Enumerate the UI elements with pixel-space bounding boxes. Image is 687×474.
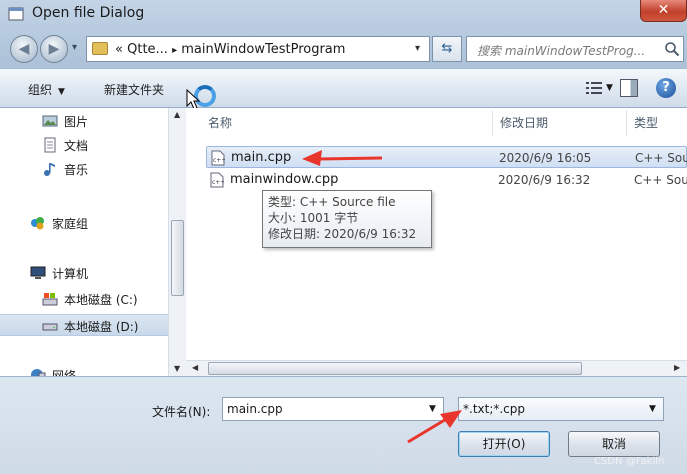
close-button[interactable]: ✕	[640, 0, 687, 22]
scroll-down-icon[interactable]: ▼	[174, 364, 180, 373]
nav-label: 本地磁盘 (C:)	[64, 293, 138, 307]
navigation-pane: 图片 文档 音乐 家庭组 计算机 本地磁盘 (C:) 本地磁盘 (D:) 网络	[0, 108, 186, 383]
address-bar[interactable]: « Qtte... ▸ mainWindowTestProgram ▾	[86, 36, 430, 62]
scroll-left-icon[interactable]: ◀	[192, 363, 198, 372]
file-type-filter[interactable]: *.txt;*.cpp ▼	[458, 397, 664, 421]
close-icon: ✕	[657, 2, 670, 18]
dialog-footer: 文件名(N): main.cpp ▼ *.txt;*.cpp ▼ 打开(O) 取…	[0, 376, 687, 474]
file-type: C++ Sou	[635, 151, 687, 165]
cancel-button[interactable]: 取消	[568, 431, 660, 457]
file-date: 2020/6/9 16:32	[498, 173, 591, 187]
command-bar: 组织 ▼ 新建文件夹 ▼ ?	[0, 68, 687, 110]
breadcrumb-separator-icon[interactable]: ▸	[172, 45, 177, 56]
drive-c-icon	[42, 293, 58, 306]
back-button[interactable]: ◀	[10, 35, 38, 63]
forward-arrow-icon: ▶	[48, 41, 60, 57]
title-bar: Open file Dialog ✕	[0, 0, 687, 30]
nav-scrollbar-thumb[interactable]	[171, 220, 184, 296]
refresh-button[interactable]: ⇆	[432, 36, 462, 62]
nav-item-computer[interactable]: 计算机	[0, 262, 168, 284]
view-options-icon[interactable]	[586, 81, 602, 95]
nav-label: 计算机	[52, 267, 89, 281]
cpp-file-icon: c++	[210, 172, 224, 188]
file-type: C++ Sou	[634, 173, 687, 187]
nav-scrollbar[interactable]: ▲ ▼	[168, 108, 186, 376]
file-row-mainwindow-cpp[interactable]: c++ mainwindow.cpp 2020/6/9 16:32 C++ So…	[206, 169, 687, 191]
nav-item-documents[interactable]: 文档	[0, 134, 168, 156]
file-name: main.cpp	[231, 150, 292, 165]
breadcrumb-chevron[interactable]: «	[115, 42, 123, 57]
organize-button[interactable]: 组织 ▼	[28, 81, 65, 98]
nav-item-homegroup[interactable]: 家庭组	[0, 212, 168, 234]
address-dropdown-icon[interactable]: ▾	[415, 43, 420, 54]
nav-item-pictures[interactable]: 图片	[0, 110, 168, 132]
nav-label: 本地磁盘 (D:)	[64, 320, 139, 334]
watermark: CSDN @Fakiln	[594, 456, 665, 467]
filename-input[interactable]: main.cpp ▼	[222, 397, 444, 421]
forward-button[interactable]: ▶	[40, 35, 68, 63]
filename-value[interactable]: main.cpp	[227, 402, 283, 416]
new-folder-button[interactable]: 新建文件夹	[104, 81, 164, 98]
open-button[interactable]: 打开(O)	[458, 431, 550, 457]
search-icon[interactable]	[664, 41, 680, 57]
nav-item-drive-c[interactable]: 本地磁盘 (C:)	[0, 288, 168, 310]
breadcrumb: « Qtte... ▸ mainWindowTestProgram	[115, 42, 345, 57]
filename-dropdown-icon[interactable]: ▼	[429, 404, 436, 414]
scroll-up-icon[interactable]: ▲	[174, 110, 180, 119]
file-name: mainwindow.cpp	[230, 172, 339, 187]
file-date: 2020/6/9 16:05	[499, 151, 592, 165]
cpp-file-icon: c++	[211, 150, 225, 166]
nav-item-drive-d[interactable]: 本地磁盘 (D:)	[0, 314, 168, 336]
filename-label: 文件名(N):	[152, 405, 211, 419]
svg-text:c++: c++	[213, 157, 225, 164]
file-list-hscrollbar[interactable]: ◀ ▶	[186, 360, 687, 376]
column-divider[interactable]	[492, 110, 493, 136]
organize-label: 组织	[28, 83, 53, 97]
history-dropdown-icon[interactable]: ▾	[72, 42, 77, 53]
pictures-icon	[42, 115, 58, 127]
homegroup-icon	[31, 217, 44, 230]
nav-item-music[interactable]: 音乐	[0, 158, 168, 180]
app-icon	[8, 7, 24, 21]
refresh-icon: ⇆	[441, 41, 453, 56]
column-header-name[interactable]: 名称	[208, 114, 232, 131]
svg-text:c++: c++	[212, 179, 224, 186]
preview-pane-icon[interactable]	[620, 79, 638, 97]
column-header-type[interactable]: 类型	[634, 114, 658, 131]
filter-value: *.txt;*.cpp	[463, 402, 526, 416]
open-file-dialog: Open file Dialog ✕ ◀ ▶ ▾ « Qtte... ▸ mai…	[0, 0, 687, 474]
chevron-down-icon: ▼	[58, 87, 65, 97]
nav-label: 音乐	[64, 163, 89, 177]
nav-label: 图片	[64, 115, 89, 129]
documents-icon	[44, 137, 56, 153]
search-placeholder[interactable]: 搜索 mainWindowTestProg...	[477, 42, 663, 59]
help-icon[interactable]: ?	[656, 78, 676, 98]
tooltip-type: 类型: C++ Source file	[268, 195, 396, 209]
filter-dropdown-icon[interactable]: ▼	[649, 404, 656, 414]
search-box[interactable]: 搜索 mainWindowTestProg...	[466, 36, 684, 62]
file-info-tooltip: 类型: C++ Source file 大小: 1001 字节 修改日期: 20…	[262, 190, 432, 248]
tooltip-modified: 修改日期: 2020/6/9 16:32	[268, 227, 417, 241]
hscrollbar-thumb[interactable]	[208, 362, 582, 375]
computer-icon	[30, 266, 46, 279]
breadcrumb-item[interactable]: mainWindowTestProgram	[181, 42, 345, 57]
scroll-right-icon[interactable]: ▶	[674, 363, 680, 372]
nav-label: 家庭组	[52, 217, 89, 231]
music-icon	[44, 163, 55, 176]
drive-d-icon	[42, 323, 58, 331]
view-dropdown-icon[interactable]: ▼	[606, 83, 613, 93]
column-header-date[interactable]: 修改日期	[500, 114, 548, 131]
window-title: Open file Dialog	[32, 5, 145, 21]
column-divider[interactable]	[626, 110, 627, 136]
tooltip-size: 大小: 1001 字节	[268, 211, 359, 225]
back-arrow-icon: ◀	[18, 41, 30, 57]
breadcrumb-item[interactable]: Qtte...	[127, 42, 168, 57]
file-row-main-cpp[interactable]: c++ main.cpp 2020/6/9 16:05 C++ Sou	[206, 146, 687, 168]
folder-icon	[92, 42, 108, 55]
nav-label: 文档	[64, 139, 89, 153]
